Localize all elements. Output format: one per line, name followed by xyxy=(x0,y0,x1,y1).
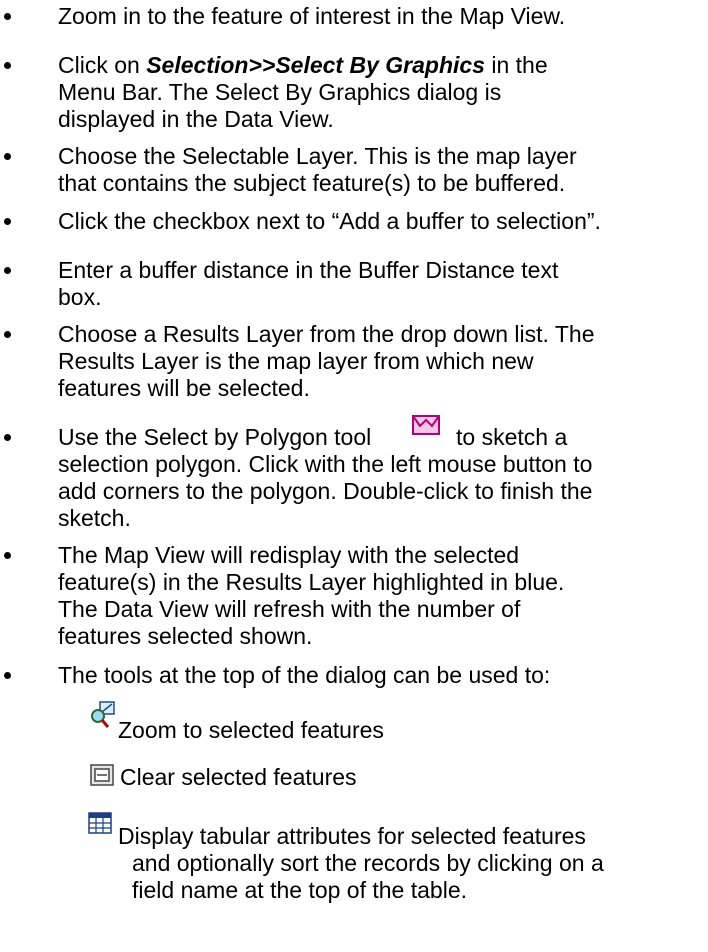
text-prefix: Use the Select by Polygon tool xyxy=(58,424,372,450)
bullet-text-zoom-in: Zoom in to the feature of interest in th… xyxy=(58,3,566,29)
bullet-text-use-polygon-line4: sketch. xyxy=(58,505,131,531)
bullet-text-click-selection-line1: Click on Selection>>Select By Graphics i… xyxy=(58,52,548,79)
bullet-text-map-redisplay-line3: The Data View will refresh with the numb… xyxy=(58,596,521,622)
bullet-marker xyxy=(4,153,14,163)
bullet-marker xyxy=(4,218,14,228)
text-suffix: to sketch a xyxy=(456,424,568,450)
bullet-marker xyxy=(4,331,14,341)
bullet-text-choose-results-line2: Results Layer is the map layer from whic… xyxy=(58,348,534,374)
clear-selection-icon[interactable] xyxy=(90,764,114,786)
tool-label-table-line2: and optionally sort the records by click… xyxy=(132,850,604,876)
select-by-polygon-icon[interactable] xyxy=(412,412,442,438)
bullet-text-enter-buffer-line2: box. xyxy=(58,284,102,310)
bullet-marker xyxy=(4,434,14,444)
bullet-text-map-redisplay-line4: features selected shown. xyxy=(58,623,313,649)
tool-label-table-line3: field name at the top of the table. xyxy=(132,877,468,903)
bullet-text-click-selection-line2: Menu Bar. The Select By Graphics dialog … xyxy=(58,79,502,105)
bullet-marker xyxy=(4,267,14,277)
bullet-marker xyxy=(4,552,14,562)
attribute-table-icon[interactable] xyxy=(88,812,112,834)
bullet-text-choose-results-line1: Choose a Results Layer from the drop dow… xyxy=(58,321,595,347)
menu-path-emphasis: Selection>>Select By Graphics xyxy=(146,52,485,78)
tool-label-clear: Clear selected features xyxy=(120,764,357,790)
text-prefix: Click on xyxy=(58,52,147,78)
bullet-text-choose-layer-line2: that contains the subject feature(s) to … xyxy=(58,170,566,196)
zoom-to-selected-icon[interactable] xyxy=(88,700,118,730)
bullet-text-use-polygon-line2: selection polygon. Click with the left m… xyxy=(58,451,593,477)
bullet-text-click-checkbox: Click the checkbox next to “Add a buffer… xyxy=(58,208,601,234)
bullet-text-tools-top: The tools at the top of the dialog can b… xyxy=(58,662,551,688)
tool-label-zoom: Zoom to selected features xyxy=(118,717,384,743)
bullet-text-click-selection-line3: displayed in the Data View. xyxy=(58,106,334,132)
bullet-text-choose-layer-line1: Choose the Selectable Layer. This is the… xyxy=(58,143,577,169)
bullet-marker xyxy=(4,13,14,23)
bullet-marker xyxy=(4,62,14,72)
bullet-text-map-redisplay-line1: The Map View will redisplay with the sel… xyxy=(58,542,520,568)
bullet-text-choose-results-line3: features will be selected. xyxy=(58,375,310,401)
bullet-text-map-redisplay-line2: feature(s) in the Results Layer highligh… xyxy=(58,569,565,595)
bullet-text-use-polygon-line3: add corners to the polygon. Double-click… xyxy=(58,478,593,504)
tool-label-table-line1: Display tabular attributes for selected … xyxy=(118,823,586,849)
text-suffix: in the xyxy=(484,52,548,78)
bullet-marker xyxy=(4,672,14,682)
bullet-text-enter-buffer-line1: Enter a buffer distance in the Buffer Di… xyxy=(58,257,559,283)
bullet-text-use-polygon-line1: Use the Select by Polygon tool to sketch… xyxy=(58,424,567,451)
